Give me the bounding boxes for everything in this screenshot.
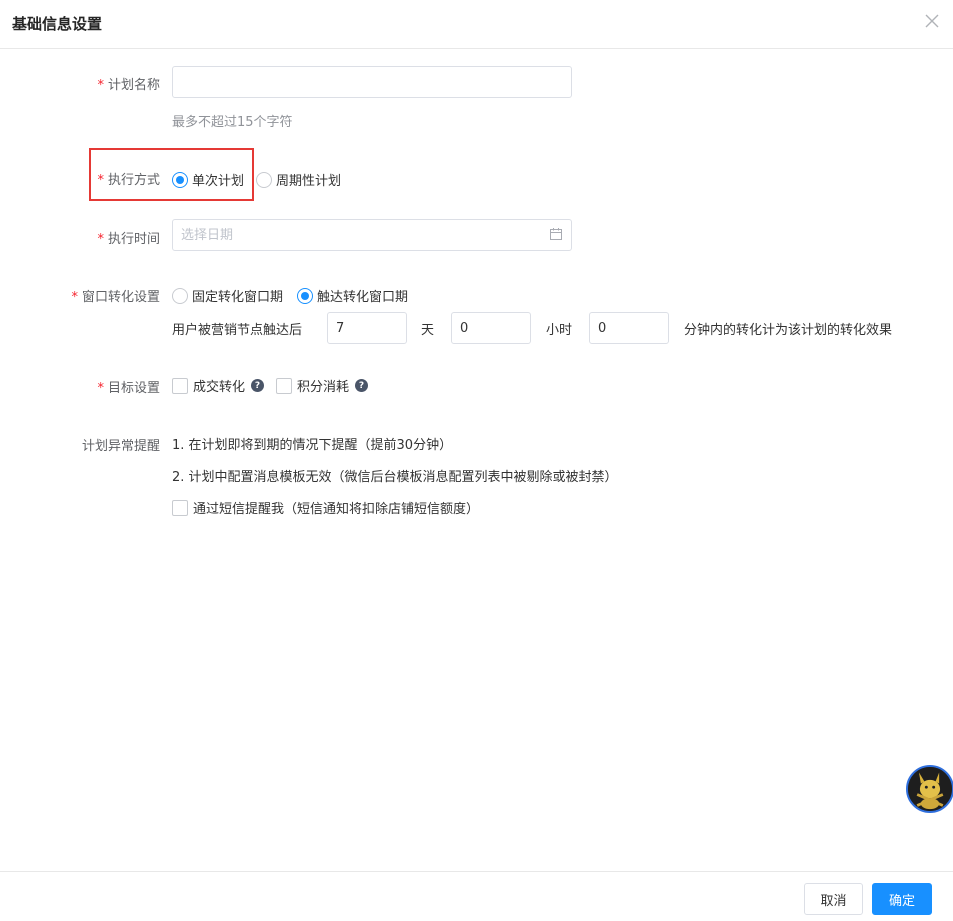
hours-input[interactable] [451,312,531,344]
radio-periodic-plan[interactable]: 周期性计划 [256,170,341,189]
exec-time-label: * 执行时间 [97,232,160,247]
help-icon[interactable]: ? [355,379,369,392]
radio-fixed-window[interactable]: 固定转化窗口期 [172,286,283,305]
exec-time-date-input[interactable] [172,219,572,251]
close-icon[interactable] [921,10,943,32]
checkbox-deal-conversion[interactable]: 成交转化 ? [172,376,265,395]
window-prefix-text: 用户被营销节点触达后 [172,323,303,338]
alert-line-1: 1. 在计划即将到期的情况下提醒（提前30分钟） [172,438,453,453]
plan-name-label: * 计划名称 [97,78,160,93]
hours-unit: 小时 [546,323,573,338]
avatar-character-icon [908,767,952,811]
window-conversion-label: * 窗口转化设置 [71,290,160,305]
dialog-header: 基础信息设置 [0,0,953,49]
checkbox-sms-alert[interactable]: 通过短信提醒我（短信通知将扣除店铺短信额度） [172,498,479,517]
goal-label: * 目标设置 [97,381,160,396]
assistant-avatar[interactable] [906,765,953,813]
alert-label: 计划异常提醒 [81,439,160,454]
dialog-title: 基础信息设置 [12,15,103,33]
window-suffix-text: 分钟内的转化计为该计划的转化效果 [684,323,893,338]
plan-name-input[interactable] [172,66,572,98]
radio-single-plan[interactable]: 单次计划 [172,170,244,189]
checkbox-unchecked-icon [276,377,292,394]
help-icon[interactable]: ? [251,379,265,392]
checkbox-points-consumption[interactable]: 积分消耗 ? [276,376,369,395]
exec-mode-label: * 执行方式 [97,173,160,188]
checkbox-unchecked-icon [172,377,188,394]
alert-line-2: 2. 计划中配置消息模板无效（微信后台模板消息配置列表中被剔除或被封禁） [172,470,618,485]
radio-reach-window[interactable]: 触达转化窗口期 [297,286,408,305]
days-unit: 天 [421,323,435,338]
radio-unchecked-icon [172,287,188,304]
radio-checked-icon [172,171,188,188]
days-input[interactable] [327,312,407,344]
radio-checked-icon [297,287,313,304]
checkbox-unchecked-icon [172,499,188,516]
confirm-button[interactable]: 确定 [872,883,932,915]
calendar-icon[interactable] [549,227,563,241]
minutes-input[interactable] [589,312,669,344]
radio-unchecked-icon [256,171,272,188]
cancel-button[interactable]: 取消 [804,883,863,915]
plan-name-hint: 最多不超过15个字符 [172,115,293,130]
